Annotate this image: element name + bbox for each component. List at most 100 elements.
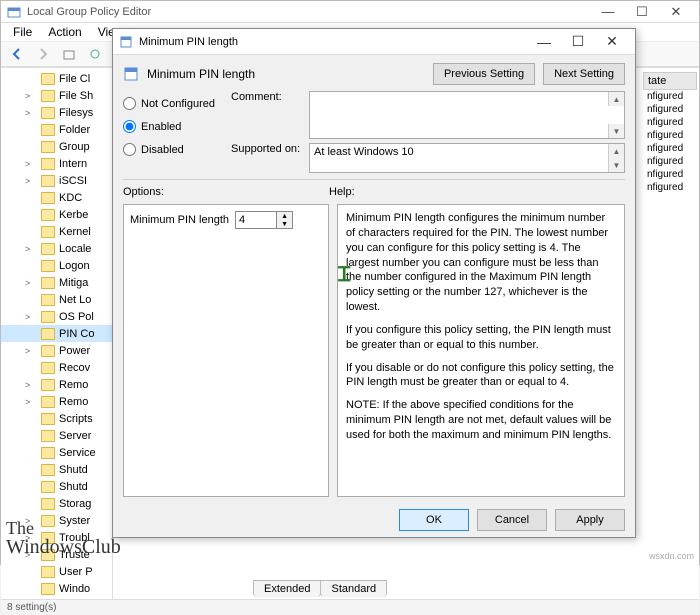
state-cell[interactable]: nfigured — [643, 181, 697, 194]
tree-item[interactable]: >Locale — [1, 240, 112, 257]
cancel-button[interactable]: Cancel — [477, 509, 547, 531]
tree-item[interactable]: Group — [1, 138, 112, 155]
expand-icon[interactable]: > — [25, 533, 30, 543]
folder-icon — [41, 413, 55, 425]
tree-item[interactable]: >Power — [1, 342, 112, 359]
tab-extended[interactable]: Extended — [253, 580, 321, 597]
state-cell[interactable]: nfigured — [643, 142, 697, 155]
expand-icon[interactable]: > — [25, 176, 30, 186]
tree-item[interactable]: > Intern — [1, 155, 112, 172]
tree-item[interactable]: Logon — [1, 257, 112, 274]
expand-icon[interactable]: > — [25, 397, 30, 407]
tree-item[interactable]: Scripts — [1, 410, 112, 427]
expand-icon[interactable]: > — [25, 346, 30, 356]
tree-item[interactable]: KDC — [1, 189, 112, 206]
menu-file[interactable]: File — [5, 23, 40, 41]
expand-icon[interactable]: > — [25, 108, 30, 118]
refresh-button[interactable] — [83, 42, 107, 66]
dialog-titlebar: Minimum PIN length — ☐ ✕ — [113, 29, 635, 55]
tree-item[interactable]: >Remo — [1, 376, 112, 393]
state-cell[interactable]: nfigured — [643, 129, 697, 142]
state-column-header[interactable]: tate — [643, 72, 697, 90]
tree-item[interactable]: >iSCSI — [1, 172, 112, 189]
state-cell[interactable]: nfigured — [643, 90, 697, 103]
radio-enabled[interactable]: Enabled — [123, 120, 223, 133]
tree-item[interactable]: > Troubl — [1, 529, 112, 546]
tree-item[interactable]: Server — [1, 427, 112, 444]
state-cell[interactable]: nfigured — [643, 103, 697, 116]
state-cell[interactable]: nfigured — [643, 116, 697, 129]
maximize-button[interactable]: ☐ — [625, 1, 659, 23]
tree-item-label: Service — [59, 447, 96, 459]
tree-item[interactable]: >File Sh — [1, 87, 112, 104]
tree-item[interactable]: Net Lo — [1, 291, 112, 308]
supported-scroll[interactable]: ▲▼ — [608, 144, 624, 172]
tree-item[interactable]: Recov — [1, 359, 112, 376]
folder-icon — [41, 532, 55, 544]
apply-button[interactable]: Apply — [555, 509, 625, 531]
spinner-buttons[interactable]: ▲ ▼ — [277, 211, 293, 229]
forward-button[interactable] — [31, 42, 55, 66]
tree-item[interactable]: >Syster — [1, 512, 112, 529]
tree-item[interactable]: User P — [1, 563, 112, 580]
folder-icon — [41, 73, 55, 85]
tree-item-label: Shutd — [59, 481, 88, 493]
dialog-close-button[interactable]: ✕ — [595, 29, 629, 55]
expand-icon[interactable]: > — [25, 516, 30, 526]
previous-setting-button[interactable]: Previous Setting — [433, 63, 535, 85]
comment-textarea[interactable]: ▲▼ — [309, 91, 625, 139]
expand-icon[interactable]: > — [25, 278, 30, 288]
tree-item-label: Scripts — [59, 413, 93, 425]
minimize-button[interactable]: — — [591, 1, 625, 23]
spin-up-icon[interactable]: ▲ — [277, 212, 292, 220]
radio-enabled-input[interactable] — [123, 120, 136, 133]
tree-item[interactable]: Service — [1, 444, 112, 461]
folder-icon — [41, 396, 55, 408]
dialog-maximize-button[interactable]: ☐ — [561, 29, 595, 55]
tree-item[interactable]: >Filesys — [1, 104, 112, 121]
option-value-input[interactable] — [235, 211, 277, 229]
options-panel: Minimum PIN length ▲ ▼ — [123, 204, 329, 497]
radio-not-configured-input[interactable] — [123, 97, 136, 110]
tree-item[interactable]: Storag — [1, 495, 112, 512]
tab-standard[interactable]: Standard — [320, 580, 387, 597]
up-button[interactable] — [57, 42, 81, 66]
tree-item-label: Truste — [59, 549, 90, 561]
back-button[interactable] — [5, 42, 29, 66]
tree-item[interactable]: Folder — [1, 121, 112, 138]
tree-item[interactable]: File Cl — [1, 70, 112, 87]
tree-item[interactable]: Kernel — [1, 223, 112, 240]
tree-item[interactable]: Shutd — [1, 461, 112, 478]
folder-icon — [41, 107, 55, 119]
tree-item[interactable]: >Remo — [1, 393, 112, 410]
tree-item[interactable]: PIN Co — [1, 325, 112, 342]
expand-icon[interactable]: > — [25, 380, 30, 390]
state-cell[interactable]: nfigured — [643, 168, 697, 181]
tree-item[interactable]: > Truste — [1, 546, 112, 563]
tree-item-label: Intern — [59, 158, 87, 170]
next-setting-button[interactable]: Next Setting — [543, 63, 625, 85]
tree-panel[interactable]: File Cl>File Sh>FilesysFolderGroup > Inter… — [1, 68, 113, 599]
tree-item[interactable]: >Mitiga — [1, 274, 112, 291]
state-cell[interactable]: nfigured — [643, 155, 697, 168]
tree-item[interactable]: >OS Pol — [1, 308, 112, 325]
comment-scroll[interactable]: ▲▼ — [608, 92, 624, 138]
radio-disabled-input[interactable] — [123, 143, 136, 156]
expand-icon[interactable]: > — [25, 312, 30, 322]
folder-icon — [41, 175, 55, 187]
menu-action[interactable]: Action — [40, 23, 89, 41]
expand-icon[interactable]: > — [25, 91, 30, 101]
tree-item-label: Troubl — [59, 532, 90, 544]
expand-icon[interactable]: > — [25, 159, 30, 169]
close-button[interactable]: ✕ — [659, 1, 693, 23]
expand-icon[interactable]: > — [25, 550, 30, 560]
ok-button[interactable]: OK — [399, 509, 469, 531]
radio-not-configured[interactable]: Not Configured — [123, 97, 223, 110]
expand-icon[interactable]: > — [25, 244, 30, 254]
tree-item[interactable]: Kerbe — [1, 206, 112, 223]
dialog-minimize-button[interactable]: — — [527, 29, 561, 55]
spin-down-icon[interactable]: ▼ — [277, 220, 292, 228]
tree-item[interactable]: Windo — [1, 580, 112, 597]
tree-item[interactable]: Shutd — [1, 478, 112, 495]
radio-disabled[interactable]: Disabled — [123, 143, 223, 156]
